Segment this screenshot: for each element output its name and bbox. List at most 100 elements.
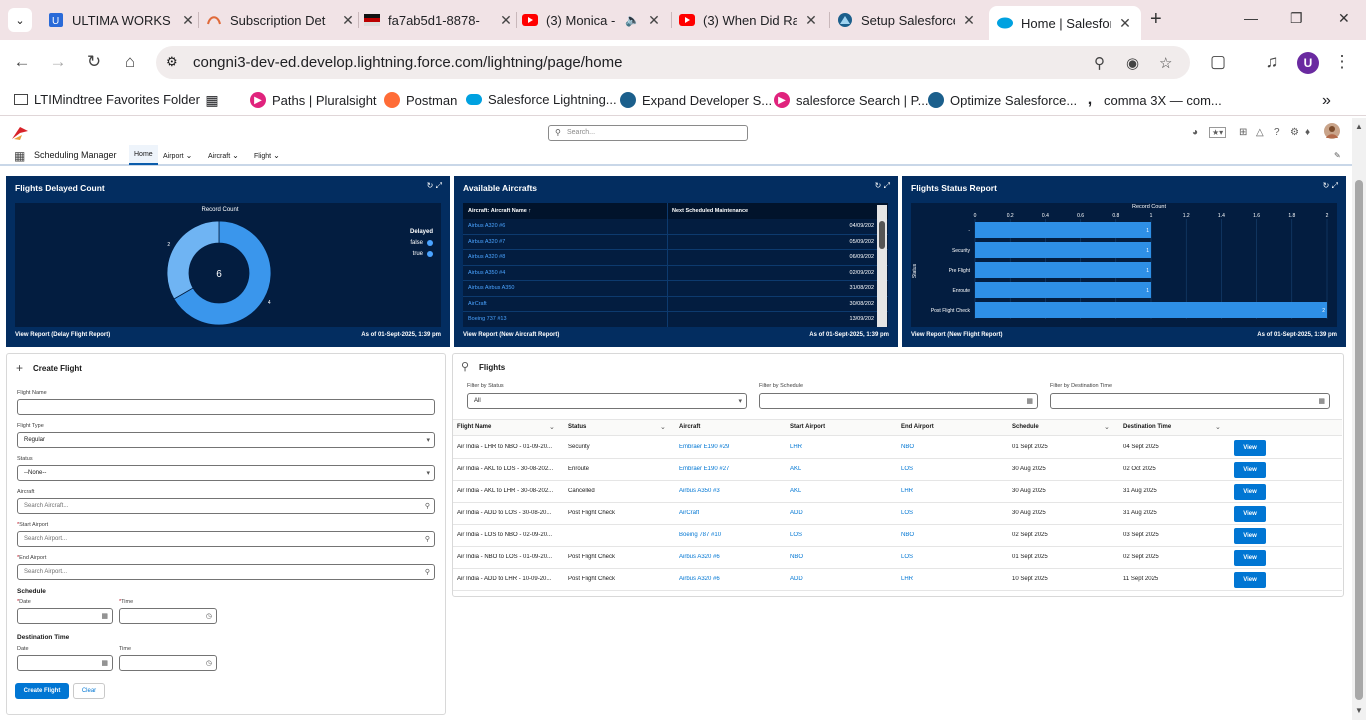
aircraft-link[interactable]: Airbus A350 #4 bbox=[463, 265, 668, 280]
close-icon[interactable]: ✕ bbox=[340, 12, 356, 29]
profile-avatar[interactable]: U bbox=[1297, 52, 1319, 74]
close-icon[interactable]: ✕ bbox=[498, 12, 514, 29]
start-airport-link[interactable]: LHR bbox=[790, 444, 802, 450]
clear-button[interactable]: Clear bbox=[73, 683, 105, 699]
nav-tab-aircraft[interactable]: Aircraft ⌄ bbox=[208, 151, 239, 160]
schedule-filter-input[interactable]: ▦ bbox=[759, 393, 1038, 409]
aircraft-link[interactable]: Airbus A320 #8 bbox=[463, 250, 668, 265]
browser-tab[interactable]: (3) When Did Ra ✕ bbox=[679, 6, 819, 34]
extensions-icon[interactable]: ▢ bbox=[1207, 52, 1229, 72]
aircraft-link[interactable]: Embraer E190 #29 bbox=[679, 444, 729, 450]
column-header[interactable]: Next Scheduled Maintenance bbox=[668, 203, 878, 219]
bookmark-item[interactable]: Expand Developer S... bbox=[620, 92, 772, 108]
start-airport-link[interactable]: AKL bbox=[790, 466, 801, 472]
flight-name-input[interactable] bbox=[17, 399, 435, 415]
donut-chart[interactable]: 4 2 6 bbox=[15, 203, 441, 327]
start-airport-link[interactable]: ADD bbox=[790, 576, 803, 582]
column-header[interactable]: Status bbox=[568, 424, 586, 430]
aircraft-link[interactable]: AirCraft bbox=[679, 510, 699, 516]
column-header[interactable]: End Airport bbox=[901, 424, 934, 430]
table-scrollbar[interactable] bbox=[877, 205, 887, 327]
view-button[interactable]: View bbox=[1234, 484, 1266, 500]
view-button[interactable]: View bbox=[1234, 528, 1266, 544]
legend-item[interactable]: true bbox=[410, 251, 433, 257]
calendar-icon[interactable]: ▦ bbox=[101, 612, 108, 620]
setup-gear-icon[interactable]: ⚙ bbox=[1290, 127, 1299, 138]
bookmark-item[interactable]: Salesforce Lightning... bbox=[466, 92, 617, 107]
calendar-icon[interactable]: ▦ bbox=[1026, 397, 1033, 405]
chevron-down-icon[interactable]: ⌄ bbox=[1104, 423, 1110, 431]
start-airport-link[interactable]: AKL bbox=[790, 488, 801, 494]
donut-slice[interactable] bbox=[166, 220, 220, 300]
end-airport-link[interactable]: NBO bbox=[901, 532, 914, 538]
nav-tab-flight[interactable]: Flight ⌄ bbox=[254, 151, 280, 160]
bookmark-item[interactable]: ▦ bbox=[204, 92, 226, 108]
aircraft-link[interactable]: Boeing 787 #10 bbox=[679, 532, 721, 538]
clock-icon[interactable]: ◷ bbox=[206, 659, 212, 667]
close-icon[interactable]: ✕ bbox=[1117, 15, 1133, 32]
column-header[interactable]: Aircraft: Aircraft Name bbox=[468, 208, 527, 214]
column-header[interactable]: Aircraft bbox=[679, 424, 700, 430]
expand-icon[interactable]: ⤢ bbox=[1332, 181, 1338, 190]
aircraft-link[interactable]: Airbus A320 #7 bbox=[463, 234, 668, 249]
global-actions-icon[interactable]: ⊞ bbox=[1239, 127, 1247, 138]
status-filter-select[interactable]: All ▾ bbox=[467, 393, 747, 409]
help-icon[interactable]: ? bbox=[1274, 127, 1280, 138]
start-airport-lookup-input[interactable]: Search Airport... ⚲ bbox=[17, 531, 435, 547]
global-search-input[interactable]: ⚲ Search... bbox=[548, 125, 748, 141]
aircraft-link[interactable]: Embraer E190 #27 bbox=[679, 466, 729, 472]
aircraft-link[interactable]: Boeing 737 #13 bbox=[463, 312, 668, 327]
nav-tab-airport[interactable]: Airport ⌄ bbox=[163, 151, 192, 160]
bookmark-item[interactable]: Postman bbox=[384, 92, 457, 108]
expand-icon[interactable]: ⤢ bbox=[884, 181, 890, 190]
bar[interactable] bbox=[975, 282, 1151, 298]
url-text[interactable]: congni3-dev-ed.develop.lightning.force.c… bbox=[193, 54, 622, 71]
aircraft-link[interactable]: Airbus A350 #3 bbox=[679, 488, 720, 494]
refresh-icon[interactable]: ↻ bbox=[875, 181, 882, 190]
edit-nav-pencil-icon[interactable]: ✎ bbox=[1334, 151, 1341, 160]
end-airport-link[interactable]: NBO bbox=[901, 444, 914, 450]
clock-icon[interactable]: ◷ bbox=[206, 612, 212, 620]
scroll-thumb[interactable] bbox=[879, 221, 885, 249]
back-arrow-icon[interactable]: ← bbox=[11, 52, 33, 72]
end-airport-link[interactable]: LOS bbox=[901, 554, 913, 560]
start-airport-link[interactable]: ADD bbox=[790, 510, 803, 516]
nav-tab-home[interactable]: Home bbox=[129, 145, 158, 165]
close-icon[interactable]: ✕ bbox=[180, 12, 196, 29]
schedule-date-input[interactable]: ▦ bbox=[17, 608, 113, 624]
browser-tab[interactable]: U ULTIMA WORKS ✕ bbox=[48, 6, 196, 34]
favorites-icon[interactable]: ★▾ bbox=[1209, 127, 1227, 138]
more-menu-icon[interactable]: ⋮ bbox=[1331, 52, 1353, 72]
refresh-icon[interactable]: ↻ bbox=[427, 181, 434, 190]
aircraft-link[interactable]: AirCraft bbox=[463, 296, 668, 311]
column-header[interactable]: Flight Name bbox=[457, 424, 491, 430]
view-button[interactable]: View bbox=[1234, 462, 1266, 478]
aircraft-link[interactable]: Airbus Airbus A350 bbox=[463, 281, 668, 296]
bookmarks-overflow-icon[interactable]: » bbox=[1322, 92, 1331, 110]
scroll-up-icon[interactable]: ▲ bbox=[1355, 122, 1363, 131]
bar-chart[interactable]: Record Count Status 0 0.2 0.4 0.6 0.8 1 1.2 1.4… bbox=[911, 203, 1337, 327]
star-icon[interactable]: ☆ bbox=[1159, 54, 1172, 72]
view-button[interactable]: View bbox=[1234, 506, 1266, 522]
aircraft-link[interactable]: Airbus A320 #6 bbox=[679, 576, 720, 582]
bookmark-item[interactable]: ▶ salesforce Search | P... bbox=[774, 92, 928, 108]
site-settings-icon[interactable]: ⚙ bbox=[166, 54, 178, 70]
calendar-icon[interactable]: ▦ bbox=[1318, 397, 1325, 405]
bar[interactable] bbox=[975, 242, 1151, 258]
trailhead-help-icon[interactable]: △ bbox=[1256, 127, 1264, 138]
new-tab-button[interactable]: + bbox=[1150, 8, 1162, 31]
media-control-icon[interactable]: ♫ bbox=[1261, 52, 1283, 72]
column-header[interactable]: Start Airport bbox=[790, 424, 825, 430]
chevron-down-icon[interactable]: ⌄ bbox=[232, 151, 239, 160]
create-flight-button[interactable]: Create Flight bbox=[15, 683, 69, 699]
start-airport-link[interactable]: LOS bbox=[790, 532, 802, 538]
chevron-down-icon[interactable]: ⌄ bbox=[660, 423, 666, 431]
start-airport-link[interactable]: NBO bbox=[790, 554, 803, 560]
column-header[interactable]: Schedule bbox=[1012, 424, 1039, 430]
bookmark-item[interactable]: ▶ Paths | Pluralsight bbox=[250, 92, 377, 108]
close-icon[interactable]: ✕ bbox=[961, 12, 977, 29]
calendar-icon[interactable]: ▦ bbox=[101, 659, 108, 667]
end-airport-link[interactable]: LOS bbox=[901, 510, 913, 516]
column-header[interactable]: Destination Time bbox=[1123, 424, 1171, 430]
chevron-down-icon[interactable]: ⌄ bbox=[1215, 423, 1221, 431]
